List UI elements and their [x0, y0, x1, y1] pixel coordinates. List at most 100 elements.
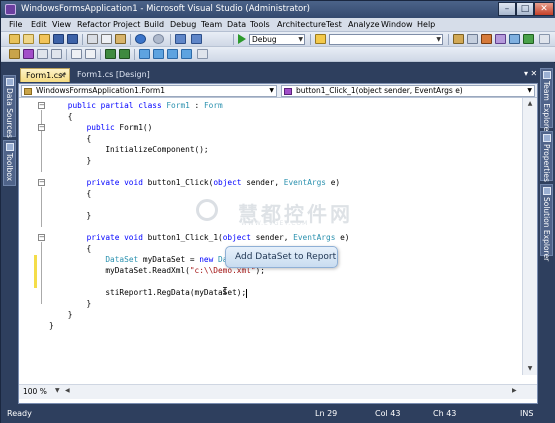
start-debugging-icon[interactable] [238, 34, 246, 44]
next-bookmark-icon[interactable] [167, 49, 178, 59]
parameter-info-icon[interactable] [23, 49, 34, 59]
menu-refactor[interactable]: Refactor [77, 20, 111, 29]
find-in-files-icon[interactable] [315, 34, 326, 44]
uncomment-icon[interactable] [119, 49, 130, 59]
menu-debug[interactable]: Debug [170, 20, 196, 29]
toolbar-options-icon[interactable] [539, 34, 550, 44]
code-token: sender, [241, 178, 284, 187]
open-folder-icon[interactable] [39, 34, 50, 44]
extension-manager-icon[interactable] [523, 34, 534, 44]
code-editor[interactable]: WindowsFormsApplication1.Form1 ▼ button1… [18, 83, 538, 404]
new-project-icon[interactable] [9, 34, 20, 44]
vertical-scrollbar[interactable]: ▲ ▼ [522, 98, 537, 375]
collapse-icon[interactable]: − [38, 234, 45, 241]
object-browser-icon[interactable] [481, 34, 492, 44]
code-token: EventArgs [293, 233, 336, 242]
complete-word-icon[interactable] [51, 49, 62, 59]
quick-info-icon[interactable] [37, 49, 48, 59]
scroll-right-icon[interactable]: ▶ [512, 387, 517, 394]
menu-tools[interactable]: Tools [250, 20, 270, 29]
solution-configuration-select[interactable]: Debug ▼ [249, 34, 305, 45]
type-select[interactable]: WindowsFormsApplication1.Form1 ▼ [21, 85, 277, 97]
start-page-icon[interactable] [509, 34, 520, 44]
solution-explorer-icon[interactable] [453, 34, 464, 44]
collapse-icon[interactable]: − [38, 102, 45, 109]
code-line[interactable]: { [49, 111, 73, 122]
navigate-forward-icon[interactable] [191, 34, 202, 44]
previous-bookmark-icon[interactable] [153, 49, 164, 59]
toolbar-options-icon[interactable] [197, 49, 208, 59]
menu-view[interactable]: View [52, 20, 71, 29]
tab-team-explorer[interactable]: Team Explorer [540, 68, 553, 134]
collapse-icon[interactable]: − [38, 179, 45, 186]
code-line[interactable]: { [49, 188, 92, 199]
menu-edit[interactable]: Edit [31, 20, 47, 29]
close-tab-icon[interactable]: ✕ [59, 69, 66, 82]
cut-icon[interactable] [87, 34, 98, 44]
comment-out-icon[interactable] [105, 49, 116, 59]
visual-studio-icon [5, 4, 16, 15]
code-line[interactable]: stiReport1.RegData(myDataSet); [49, 287, 248, 298]
toolbox-icon[interactable] [495, 34, 506, 44]
scroll-down-icon[interactable]: ▼ [524, 363, 536, 374]
code-line[interactable]: { [49, 243, 92, 254]
editor-footer: 100 % ▼ ◀ ▶ [19, 384, 537, 399]
tab-form1-cs[interactable]: Form1.cs* ✕ [20, 68, 70, 82]
member-select[interactable]: button1_Click_1(object sender, EventArgs… [281, 85, 535, 97]
menu-data[interactable]: Data [227, 20, 246, 29]
paste-icon[interactable] [115, 34, 126, 44]
properties-window-icon[interactable] [467, 34, 478, 44]
code-line[interactable]: } [49, 309, 73, 320]
code-line[interactable]: } [49, 210, 92, 221]
close-button[interactable]: ✕ [534, 2, 554, 16]
menu-build[interactable]: Build [144, 20, 164, 29]
title-bar[interactable]: WindowsFormsApplication1 - Microsoft Vis… [1, 1, 555, 18]
add-item-icon[interactable] [23, 34, 34, 44]
tab-controls[interactable]: ▾ ✕ [524, 69, 537, 78]
outline-line [41, 187, 42, 227]
code-line[interactable]: } [49, 298, 92, 309]
scroll-left-icon[interactable]: ◀ [65, 387, 70, 394]
menu-project[interactable]: Project [113, 20, 140, 29]
tab-properties[interactable]: Properties [540, 131, 553, 182]
code-line[interactable]: private void button1_Click(object sender… [49, 177, 341, 188]
copy-icon[interactable] [101, 34, 112, 44]
navigate-backward-icon[interactable] [175, 34, 186, 44]
redo-icon[interactable] [153, 34, 164, 44]
menu-team[interactable]: Team [201, 20, 222, 29]
save-all-icon[interactable] [67, 34, 78, 44]
object-members-icon[interactable] [9, 49, 20, 59]
minimize-button[interactable]: – [498, 2, 516, 16]
clear-bookmarks-icon[interactable] [181, 49, 192, 59]
toggle-bookmark-icon[interactable] [139, 49, 150, 59]
decrease-indent-icon[interactable] [71, 49, 82, 59]
code-line[interactable]: public partial class Form1 : Form [49, 100, 223, 111]
code-line[interactable]: { [49, 133, 92, 144]
tab-data-sources[interactable]: Data Sources [3, 75, 16, 138]
menu-help[interactable]: Help [417, 20, 435, 29]
save-icon[interactable] [53, 34, 64, 44]
code-line[interactable]: InitializeComponent(); [49, 144, 208, 155]
code-line[interactable]: } [49, 320, 54, 331]
menu-analyze[interactable]: Analyze [348, 20, 380, 29]
tab-toolbox[interactable]: Toolbox [3, 140, 16, 186]
tab-form1-design[interactable]: Form1.cs [Design] [72, 68, 152, 82]
find-combo[interactable]: ▼ [329, 34, 443, 45]
undo-icon[interactable] [135, 34, 146, 44]
code-line[interactable]: private void button1_Click_1(object send… [49, 232, 350, 243]
code-line[interactable]: } [49, 155, 92, 166]
maximize-button[interactable]: □ [516, 2, 534, 16]
menu-window[interactable]: Window [381, 20, 413, 29]
zoom-select[interactable]: 100 % [23, 387, 47, 396]
tab-solution-explorer[interactable]: Solution Explorer [540, 184, 553, 261]
menu-architecture[interactable]: Architecture [277, 20, 326, 29]
collapse-icon[interactable]: − [38, 124, 45, 131]
increase-indent-icon[interactable] [85, 49, 96, 59]
menu-file[interactable]: File [9, 20, 22, 29]
zoom-dropdown-icon[interactable]: ▼ [55, 387, 60, 394]
scroll-up-icon[interactable]: ▲ [524, 98, 536, 109]
add-dataset-smart-tag[interactable]: Add DataSet to Report [225, 246, 338, 268]
code-line[interactable]: public Form1() [49, 122, 153, 133]
menu-test[interactable]: Test [326, 20, 342, 29]
